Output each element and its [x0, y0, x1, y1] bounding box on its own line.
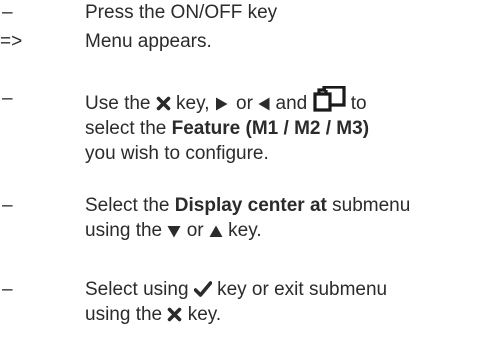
- dash-marker: –: [2, 195, 13, 216]
- step-line: using the key.: [85, 302, 483, 327]
- triangle-left-icon: [258, 91, 270, 116]
- step-text: Press the ON/OFF key: [85, 0, 483, 25]
- text-key: key.: [228, 220, 262, 241]
- text-or: or: [236, 93, 253, 114]
- text-using-the: using the: [85, 220, 163, 241]
- x-icon: [156, 91, 171, 116]
- step-line: Press the ON/OFF key: [85, 2, 278, 23]
- dash-marker: –: [2, 88, 13, 109]
- pages-icon: [312, 86, 346, 116]
- step-line: Use the key, or and to: [85, 86, 483, 116]
- step-text: Use the key, or and to select the Featur…: [85, 86, 483, 166]
- step-text: Select using key or exit submenu using t…: [85, 277, 483, 327]
- step-line: using the or key.: [85, 218, 483, 243]
- step-line: Menu appears.: [85, 31, 212, 52]
- step-line: Select using key or exit submenu: [85, 277, 483, 302]
- text-or: or: [186, 220, 204, 241]
- triangle-down-icon: [167, 218, 181, 243]
- feature-label: Feature (M1 / M2 / M3): [171, 118, 370, 139]
- text-key: key.: [187, 304, 222, 325]
- text-using-the: using the: [85, 304, 163, 325]
- dash-marker: –: [2, 2, 13, 23]
- triangle-right-icon: [215, 91, 228, 116]
- step-text: Menu appears.: [85, 29, 483, 54]
- checkmark-icon: [193, 277, 212, 302]
- text-key-or-exit: key or exit submenu: [217, 279, 388, 300]
- text-select-the: Select the: [85, 195, 170, 216]
- text-and: and: [275, 93, 308, 114]
- result-arrow-marker: =>: [0, 31, 23, 52]
- text-select-using: Select using: [85, 279, 189, 300]
- text-key: key,: [176, 93, 210, 114]
- display-center-label: Display center at: [174, 195, 327, 216]
- step-text: Select the Display center at submenu usi…: [85, 193, 483, 243]
- text-use-the: Use the: [85, 93, 151, 114]
- triangle-up-icon: [209, 218, 223, 243]
- step-line: you wish to configure.: [85, 143, 269, 164]
- x-icon: [167, 302, 182, 327]
- text-select-the: select the: [85, 118, 167, 139]
- dash-marker: –: [2, 279, 13, 300]
- text-to: to: [350, 93, 367, 114]
- step-line: Select the Display center at submenu: [85, 193, 483, 218]
- text-submenu: submenu: [332, 195, 411, 216]
- step-line: select the Feature (M1 / M2 / M3): [85, 116, 483, 141]
